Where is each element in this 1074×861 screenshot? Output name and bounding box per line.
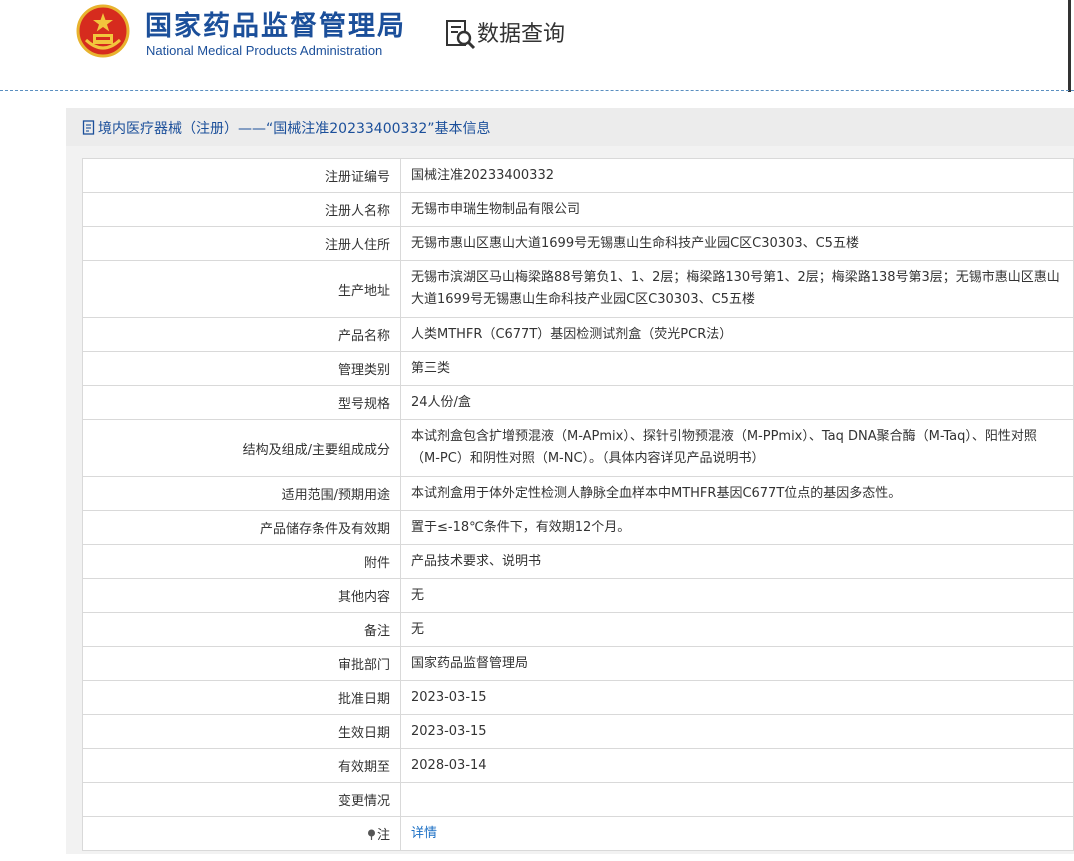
field-value: 无	[400, 578, 1074, 613]
table-row: 型号规格 24人份/盒	[82, 385, 1074, 420]
field-label: 备注	[82, 612, 401, 647]
panel-title: 境内医疗器械（注册）——“国械注准20233400332”基本信息	[98, 121, 491, 137]
field-value: 本试剂盒用于体外定性检测人静脉全血样本中MTHFR基因C677T位点的基因多态性…	[400, 476, 1074, 511]
pin-icon	[367, 829, 375, 840]
table-row: 注册人名称 无锡市申瑞生物制品有限公司	[82, 192, 1074, 227]
field-label: 产品储存条件及有效期	[82, 510, 401, 545]
table-row: 注册人住所 无锡市惠山区惠山大道1699号无锡惠山生命科技产业园C区C30303…	[82, 226, 1074, 261]
table-row: 管理类别 第三类	[82, 351, 1074, 386]
field-label: 适用范围/预期用途	[82, 476, 401, 511]
field-value: 国械注准20233400332	[400, 158, 1074, 193]
field-value: 详情	[400, 816, 1074, 851]
field-value: 国家药品监督管理局	[400, 646, 1074, 681]
table-row: 注册证编号 国械注准20233400332	[82, 158, 1074, 193]
details-link[interactable]: 详情	[411, 826, 437, 841]
header-divider	[0, 90, 1074, 91]
table-row: 适用范围/预期用途 本试剂盒用于体外定性检测人静脉全血样本中MTHFR基因C67…	[82, 476, 1074, 511]
table-row: 有效期至 2028-03-14	[82, 748, 1074, 783]
table-row: 备注 无	[82, 612, 1074, 647]
field-value: 2023-03-15	[400, 680, 1074, 715]
table-row: 其他内容 无	[82, 578, 1074, 613]
table-row: 生产地址 无锡市滨湖区马山梅梁路88号第负1、1、2层；梅梁路130号第1、2层…	[82, 260, 1074, 318]
field-value-text: 无锡市滨湖区马山梅梁路88号第负1、1、2层；梅梁路130号第1、2层；梅梁路1…	[411, 270, 1060, 307]
field-value: 产品技术要求、说明书	[400, 544, 1074, 579]
field-value-text: 本试剂盒包含扩增预混液（M-APmix）、探针引物预混液（M-PPmix）、Ta…	[411, 429, 1037, 466]
field-label: 注	[82, 816, 401, 851]
field-label: 产品名称	[82, 317, 401, 352]
field-value: 2023-03-15	[400, 714, 1074, 749]
table-row: 附件 产品技术要求、说明书	[82, 544, 1074, 579]
field-label: 其他内容	[82, 578, 401, 613]
field-label: 管理类别	[82, 351, 401, 386]
field-label: 注册证编号	[82, 158, 401, 193]
agency-name-en: National Medical Products Administration	[146, 43, 383, 58]
field-value: 无锡市申瑞生物制品有限公司	[400, 192, 1074, 227]
field-label: 注册人住所	[82, 226, 401, 261]
table-row: 变更情况	[82, 782, 1074, 817]
field-label: 有效期至	[82, 748, 401, 783]
table-row: 批准日期 2023-03-15	[82, 680, 1074, 715]
field-value: 本试剂盒包含扩增预混液（M-APmix）、探针引物预混液（M-PPmix）、Ta…	[400, 419, 1074, 477]
table-row: 产品名称 人类MTHFR（C677T）基因检测试剂盒（荧光PCR法）	[82, 317, 1074, 352]
agency-name-cn: 国家药品监督管理局	[145, 11, 406, 42]
field-value	[400, 782, 1074, 817]
field-value: 无锡市滨湖区马山梅梁路88号第负1、1、2层；梅梁路130号第1、2层；梅梁路1…	[400, 260, 1074, 318]
data-query-title: 数据查询	[477, 22, 566, 47]
field-value: 无锡市惠山区惠山大道1699号无锡惠山生命科技产业园C区C30303、C5五楼	[400, 226, 1074, 261]
field-label: 变更情况	[82, 782, 401, 817]
document-search-icon	[446, 20, 476, 50]
field-label: 注册人名称	[82, 192, 401, 227]
national-emblem-icon	[76, 4, 130, 58]
table-row: 结构及组成/主要组成成分 本试剂盒包含扩增预混液（M-APmix）、探针引物预混…	[82, 419, 1074, 477]
panel-title-bar: 境内医疗器械（注册）——“国械注准20233400332”基本信息	[66, 108, 1074, 146]
field-label: 附件	[82, 544, 401, 579]
field-label: 生效日期	[82, 714, 401, 749]
field-value: 24人份/盒	[400, 385, 1074, 420]
field-label: 批准日期	[82, 680, 401, 715]
field-value: 无	[400, 612, 1074, 647]
field-value: 人类MTHFR（C677T）基因检测试剂盒（荧光PCR法）	[400, 317, 1074, 352]
note-label: 注	[376, 828, 390, 843]
field-value: 2028-03-14	[400, 748, 1074, 783]
field-label: 审批部门	[82, 646, 401, 681]
detail-table: 注册证编号 国械注准20233400332 注册人名称 无锡市申瑞生物制品有限公…	[82, 158, 1074, 851]
table-row: 注 详情	[82, 816, 1074, 851]
window-edge	[1068, 0, 1071, 92]
field-value: 置于≤-18℃条件下，有效期12个月。	[400, 510, 1074, 545]
site-header: 国家药品监督管理局 National Medical Products Admi…	[0, 0, 1074, 92]
field-label: 型号规格	[82, 385, 401, 420]
field-label: 结构及组成/主要组成成分	[82, 419, 401, 477]
table-row: 审批部门 国家药品监督管理局	[82, 646, 1074, 681]
table-row: 产品储存条件及有效期 置于≤-18℃条件下，有效期12个月。	[82, 510, 1074, 545]
field-value: 第三类	[400, 351, 1074, 386]
field-label: 生产地址	[82, 260, 401, 318]
table-row: 生效日期 2023-03-15	[82, 714, 1074, 749]
document-icon	[82, 120, 95, 135]
